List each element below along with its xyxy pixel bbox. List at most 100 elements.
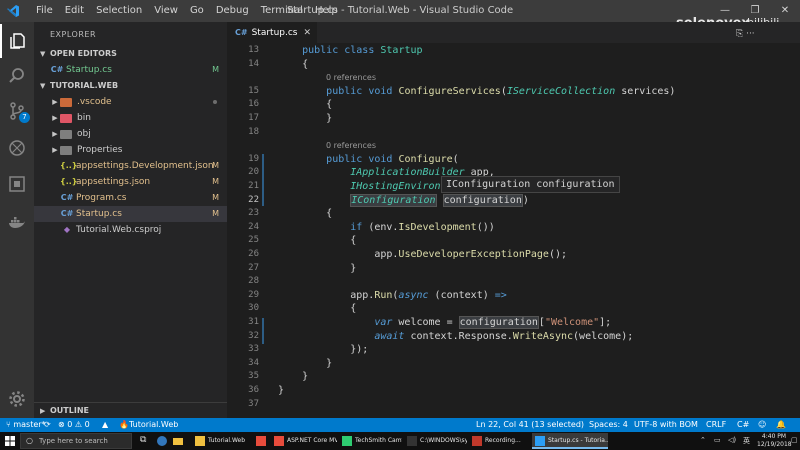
code-editor[interactable]: 13 public class Startup 14 {0 references 1… bbox=[227, 43, 800, 418]
more-actions-icon[interactable]: ··· bbox=[746, 29, 755, 39]
code-text: IConfiguration configuration) bbox=[278, 193, 529, 207]
docker-icon[interactable] bbox=[0, 205, 34, 239]
file-explorer-icon[interactable] bbox=[172, 435, 184, 447]
input-method-icon[interactable]: 英 bbox=[743, 436, 750, 446]
taskbar-clock[interactable]: 4:40 PM 12/19/2018 bbox=[757, 433, 792, 449]
code-text: if (env.IsDevelopment()) bbox=[278, 221, 495, 234]
debug-icon[interactable] bbox=[0, 131, 34, 165]
chevron-right-icon: ▶ bbox=[52, 130, 58, 138]
outline-header[interactable]: ▶ OUTLINE bbox=[34, 402, 227, 418]
app-icon bbox=[256, 436, 266, 446]
taskbar-app[interactable]: Recording... bbox=[469, 433, 529, 449]
problems-indicator[interactable]: ⊗ 0 ⚠ 0 bbox=[58, 418, 90, 432]
line-number: 23 bbox=[248, 208, 259, 219]
code-line: 32 await context.Response.WriteAsync(wel… bbox=[227, 330, 800, 343]
code-text: } bbox=[278, 384, 284, 397]
code-text: { bbox=[278, 58, 308, 71]
line-number: 15 bbox=[248, 85, 259, 96]
line-ending[interactable]: CRLF bbox=[706, 418, 726, 432]
network-icon[interactable]: ▭ bbox=[714, 436, 721, 444]
tree-folder-obj[interactable]: ▶ obj bbox=[34, 126, 227, 142]
tree-file-item[interactable]: {..} appsettings.json M bbox=[34, 174, 227, 190]
close-tab-icon[interactable]: ✕ bbox=[303, 28, 311, 38]
task-view-icon[interactable]: ⧉ bbox=[140, 435, 152, 447]
edge-browser-icon[interactable] bbox=[156, 435, 168, 447]
menu-file[interactable]: File bbox=[30, 0, 59, 22]
project-header[interactable]: ▼ TUTORIAL.WEB bbox=[34, 78, 227, 94]
app-icon bbox=[342, 436, 352, 446]
volume-icon[interactable]: ◁) bbox=[728, 436, 736, 444]
files-icon[interactable] bbox=[0, 24, 34, 58]
menu-terminal[interactable]: Terminal bbox=[255, 0, 309, 22]
taskbar-app[interactable]: Tutorial.Web bbox=[192, 433, 250, 449]
menu-view[interactable]: View bbox=[148, 0, 184, 22]
codelens-references[interactable]: 0 references bbox=[326, 140, 376, 151]
source-control-icon[interactable]: 7 bbox=[0, 94, 34, 128]
feedback-icon[interactable]: ☺ bbox=[758, 418, 766, 432]
line-number: 14 bbox=[248, 58, 259, 69]
open-editors-header[interactable]: ▼ OPEN EDITORS bbox=[34, 46, 227, 62]
encoding[interactable]: UTF-8 with BOM bbox=[634, 418, 698, 432]
code-token: public bbox=[302, 45, 339, 56]
taskbar-app[interactable]: C:\WINDOWS\syst... bbox=[404, 433, 467, 449]
taskbar-app[interactable]: Startup.cs - Tutoria... bbox=[532, 433, 608, 449]
hover-tooltip: IConfiguration configuration bbox=[441, 176, 620, 193]
tab-startup-cs[interactable]: C# Startup.cs ✕ bbox=[227, 22, 317, 43]
vscode-logo-icon bbox=[6, 4, 20, 18]
action-center-icon[interactable]: ▢ bbox=[791, 436, 798, 444]
code-token: configuration bbox=[442, 193, 523, 207]
menu-debug[interactable]: Debug bbox=[210, 0, 255, 22]
windows-start-icon[interactable] bbox=[5, 436, 15, 446]
tree-folder-vscode[interactable]: ▶ .vscode bbox=[34, 94, 227, 110]
tree-file-item[interactable]: C# Startup.cs M bbox=[34, 206, 227, 222]
code-line: 25 { bbox=[227, 234, 800, 247]
search-icon[interactable] bbox=[0, 59, 34, 93]
code-line: 13 public class Startup bbox=[227, 44, 800, 57]
split-editor-icon[interactable]: ⎘ bbox=[736, 29, 743, 39]
settings-gear-icon[interactable] bbox=[0, 382, 34, 416]
code-line: 23 { bbox=[227, 207, 800, 220]
indentation[interactable]: Spaces: 4 bbox=[589, 418, 628, 432]
chevron-down-icon: ▼ bbox=[40, 50, 46, 58]
scm-badge: 7 bbox=[19, 112, 30, 123]
windows-taskbar: ○ Type here to search ⧉ Tutorial.Web ASP.… bbox=[0, 432, 800, 450]
app-icon bbox=[472, 436, 482, 446]
open-editor-item[interactable]: C# Startup.cs M bbox=[34, 62, 227, 78]
tray-chevron-icon[interactable]: ⌃ bbox=[700, 436, 706, 444]
menu-help[interactable]: Help bbox=[309, 0, 344, 22]
branch-indicator[interactable]: ⑂ master* bbox=[6, 418, 46, 432]
line-number: 18 bbox=[248, 126, 259, 137]
taskbar-app[interactable] bbox=[253, 433, 269, 449]
taskbar-app[interactable]: TechSmith Camtasi... bbox=[339, 433, 402, 449]
cursor-position[interactable]: Ln 22, Col 41 (13 selected) bbox=[476, 418, 584, 432]
codelens-references[interactable]: 0 references bbox=[326, 72, 376, 83]
tree-folder-bin[interactable]: ▶ bin bbox=[34, 110, 227, 126]
tree-file-item[interactable]: {..} appsettings.Development.json M bbox=[34, 158, 227, 174]
line-number: 20 bbox=[248, 167, 259, 178]
sync-icon[interactable]: ⟳ bbox=[44, 418, 51, 432]
taskbar-app[interactable]: ASP.NET Core MVC... bbox=[271, 433, 337, 449]
code-token: (welcome); bbox=[573, 330, 634, 342]
code-line: 26 app.UseDeveloperExceptionPage(); bbox=[227, 248, 800, 261]
code-token: ) bbox=[522, 194, 529, 206]
taskbar-search-box[interactable]: ○ Type here to search bbox=[20, 433, 132, 449]
extensions-icon[interactable] bbox=[0, 167, 34, 201]
menu-edit[interactable]: Edit bbox=[59, 0, 90, 22]
code-text: public class Startup bbox=[278, 44, 422, 57]
taskbar-app-label: Startup.cs - Tutoria... bbox=[548, 437, 608, 444]
menu-selection[interactable]: Selection bbox=[90, 0, 148, 22]
language-mode[interactable]: C# bbox=[737, 418, 749, 432]
warning-count: 0 bbox=[84, 420, 90, 429]
line-number: 35 bbox=[248, 371, 259, 382]
menu-go[interactable]: Go bbox=[184, 0, 210, 22]
project-selector[interactable]: 🔥Tutorial.Web bbox=[119, 418, 178, 432]
tree-file-item[interactable]: C# Program.cs M bbox=[34, 190, 227, 206]
chevron-right-icon: ▶ bbox=[52, 98, 58, 106]
tree-file-item[interactable]: ◆ Tutorial.Web.csproj bbox=[34, 222, 227, 238]
tree-folder-properties[interactable]: ▶ Properties bbox=[34, 142, 227, 158]
notifications-icon[interactable]: 🔔 bbox=[776, 418, 786, 432]
taskbar-app-label: ASP.NET Core MVC... bbox=[287, 437, 337, 444]
